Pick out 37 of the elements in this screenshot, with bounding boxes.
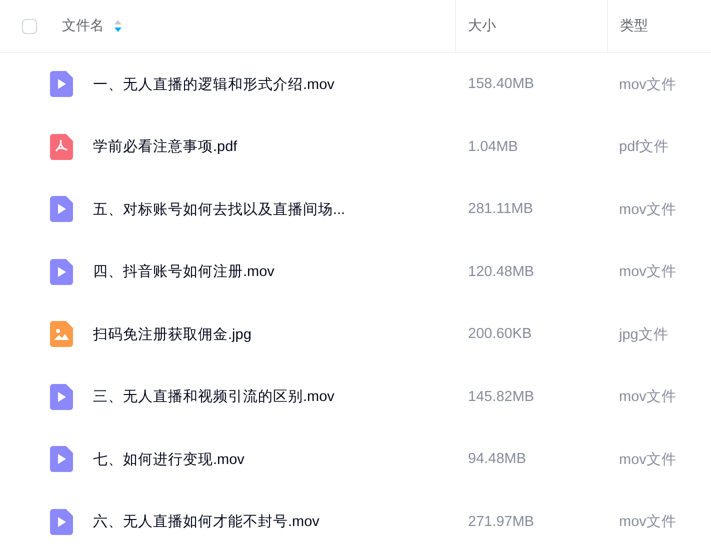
file-name[interactable]: 六、无人直播如何才能不封号.mov [93,512,320,532]
file-type: mov文件 [618,513,678,532]
file-size: 94.48MB [467,451,528,468]
file-type: mov文件 [618,263,678,282]
file-size: 271.97MB [467,514,536,530]
file-name[interactable]: 四、抖音账号如何注册.mov [93,262,274,282]
file-size: 281.11MB [467,201,534,218]
column-header[interactable]: 大小 [468,17,496,35]
select-all-checkbox[interactable] [22,18,37,34]
file-name[interactable]: 三、无人直播和视频引流的区别.mov [93,387,334,406]
file-name[interactable]: 五、对标账号如何去找以及直播间场... [93,200,346,219]
file-name[interactable]: 一、无人直播的逻辑和形式介绍.mov [93,74,334,94]
file-type: mov文件 [618,450,678,469]
play-file-icon [50,384,73,410]
file-type: pdf文件 [618,138,670,156]
file-size: 1.04MB [467,138,519,155]
column-header[interactable]: 类型 [620,17,648,35]
file-size: 200.60KB [467,326,533,342]
play-file-icon [50,71,73,98]
file-size: 145.82MB [467,388,536,405]
file-type: mov文件 [618,76,678,94]
file-size: 120.48MB [467,264,536,280]
file-name[interactable]: 七、如何进行变现.mov [93,450,244,469]
file-type: mov文件 [618,388,678,406]
play-file-icon [50,446,73,472]
file-name[interactable]: 学前必看注意事项.pdf [93,137,238,156]
image-file-icon [50,321,73,348]
file-type: jpg文件 [618,326,670,344]
sort-icon[interactable] [114,19,122,33]
file-name[interactable]: 扫码免注册获取佣金.jpg [93,324,252,344]
file-type: mov文件 [618,200,678,219]
column-header[interactable]: 文件名 [62,17,104,35]
pdf-file-icon [50,134,73,160]
play-file-icon [50,258,73,285]
play-file-icon [50,508,73,535]
file-size: 158.40MB [467,76,536,92]
play-file-icon [50,196,73,222]
